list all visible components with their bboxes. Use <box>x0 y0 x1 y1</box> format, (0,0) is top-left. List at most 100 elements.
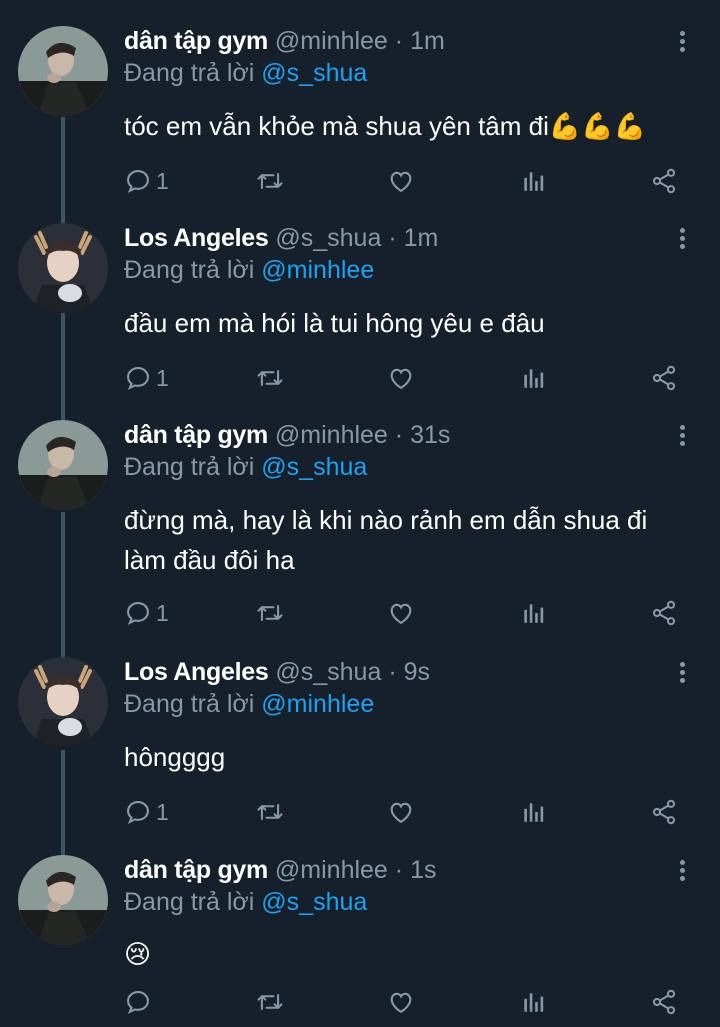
retweet-icon <box>255 167 285 195</box>
tweet-text: tóc em vẫn khỏe mà shua yên tâm đi💪💪💪 <box>124 111 647 141</box>
avatar-image <box>18 223 108 313</box>
reply-context: Đang trả lời @minhlee <box>124 255 374 285</box>
avatar-minhlee[interactable] <box>18 420 108 510</box>
avatar-minhlee[interactable] <box>18 855 108 945</box>
retweet-button[interactable] <box>255 982 285 1022</box>
tweet-actions: 1 <box>0 161 720 201</box>
reply-button[interactable]: 1 <box>124 358 169 398</box>
more-options-button[interactable] <box>672 223 692 253</box>
tweet-header: dân tập gym @minhlee · 1s <box>124 855 436 885</box>
reply-icon <box>124 364 152 392</box>
tweet-header: Los Angeles @s_shua · 9s <box>124 657 430 687</box>
reply-mention[interactable]: @s_shua <box>261 453 367 481</box>
avatar-image <box>18 26 108 116</box>
like-button[interactable] <box>387 593 415 633</box>
tweet-text: hôngggg <box>124 742 226 772</box>
tweet-actions: 1 <box>0 593 720 633</box>
share-button[interactable] <box>650 593 678 633</box>
avatar-minhlee[interactable] <box>18 26 108 116</box>
share-icon <box>650 798 678 826</box>
analytics-icon <box>520 798 546 826</box>
analytics-icon <box>520 167 546 195</box>
analytics-button[interactable] <box>520 358 546 398</box>
avatar-s-shua[interactable] <box>18 657 108 747</box>
reply-count: 1 <box>156 364 169 391</box>
display-name[interactable]: dân tập gym <box>124 421 268 449</box>
timestamp[interactable]: 1m <box>410 27 445 55</box>
more-options-button[interactable] <box>672 657 692 687</box>
timestamp[interactable]: 1s <box>410 856 436 884</box>
reply-count: 1 <box>156 167 169 194</box>
avatar-image <box>18 855 108 945</box>
analytics-button[interactable] <box>520 792 546 832</box>
separator-dot: · <box>388 658 397 686</box>
reply-mention[interactable]: @minhlee <box>261 256 374 284</box>
like-button[interactable] <box>387 982 415 1022</box>
like-button[interactable] <box>387 161 415 201</box>
user-handle[interactable]: @minhlee <box>275 856 388 884</box>
retweet-icon <box>255 364 285 392</box>
share-button[interactable] <box>650 161 678 201</box>
share-button[interactable] <box>650 982 678 1022</box>
display-name[interactable]: dân tập gym <box>124 27 268 55</box>
tweet-text: đừng mà, hay là khi nào rảnh em dẫn shua… <box>124 505 648 575</box>
reply-button[interactable] <box>124 982 156 1022</box>
display-name[interactable]: dân tập gym <box>124 856 268 884</box>
share-button[interactable] <box>650 792 678 832</box>
analytics-button[interactable] <box>520 161 546 201</box>
retweet-icon <box>255 988 285 1016</box>
timestamp[interactable]: 9s <box>404 658 430 686</box>
more-options-button[interactable] <box>672 420 692 450</box>
separator-dot: · <box>394 856 404 884</box>
reply-button[interactable]: 1 <box>124 593 169 633</box>
analytics-button[interactable] <box>520 593 546 633</box>
retweet-button[interactable] <box>255 593 285 633</box>
avatar-s-shua[interactable] <box>18 223 108 313</box>
retweet-button[interactable] <box>255 792 285 832</box>
share-button[interactable] <box>650 358 678 398</box>
reply-thread: dân tập gym @minhlee · 1m Đang trả lời @… <box>0 0 720 1027</box>
analytics-icon <box>520 988 546 1016</box>
like-icon <box>387 798 415 826</box>
separator-dot: · <box>394 27 404 55</box>
analytics-button[interactable] <box>520 982 546 1022</box>
user-handle[interactable]: @s_shua <box>275 224 381 252</box>
user-handle[interactable]: @minhlee <box>275 27 388 55</box>
tweet-actions: 1 <box>0 792 720 832</box>
share-icon <box>650 599 678 627</box>
reply-icon <box>124 798 152 826</box>
display-name[interactable]: Los Angeles <box>124 224 269 252</box>
like-icon <box>387 599 415 627</box>
timestamp[interactable]: 31s <box>410 421 450 449</box>
reply-icon <box>124 167 152 195</box>
analytics-icon <box>520 599 546 627</box>
reply-icon <box>124 599 152 627</box>
reply-count: 1 <box>156 798 169 825</box>
more-options-button[interactable] <box>672 26 692 56</box>
share-icon <box>650 364 678 392</box>
reply-context: Đang trả lời @s_shua <box>124 887 367 917</box>
like-button[interactable] <box>387 358 415 398</box>
reply-button[interactable]: 1 <box>124 792 169 832</box>
more-options-button[interactable] <box>672 855 692 885</box>
timestamp[interactable]: 1m <box>404 224 439 252</box>
tweet-actions <box>0 982 720 1022</box>
reply-count: 1 <box>156 599 169 626</box>
separator-dot: · <box>394 421 404 449</box>
separator-dot: · <box>388 224 397 252</box>
user-handle[interactable]: @s_shua <box>275 658 381 686</box>
user-handle[interactable]: @minhlee <box>275 421 388 449</box>
tweet-header: Los Angeles @s_shua · 1m <box>124 223 438 253</box>
tweet-header: dân tập gym @minhlee · 1m <box>124 26 445 56</box>
reply-mention[interactable]: @s_shua <box>261 888 367 916</box>
retweet-button[interactable] <box>255 161 285 201</box>
retweet-button[interactable] <box>255 358 285 398</box>
display-name[interactable]: Los Angeles <box>124 658 269 686</box>
reply-context: Đang trả lời @s_shua <box>124 58 367 88</box>
reply-button[interactable]: 1 <box>124 161 169 201</box>
retweet-icon <box>255 798 285 826</box>
like-button[interactable] <box>387 792 415 832</box>
reply-mention[interactable]: @s_shua <box>261 59 367 87</box>
tweet-text: 😢 <box>124 940 152 970</box>
reply-mention[interactable]: @minhlee <box>261 690 374 718</box>
